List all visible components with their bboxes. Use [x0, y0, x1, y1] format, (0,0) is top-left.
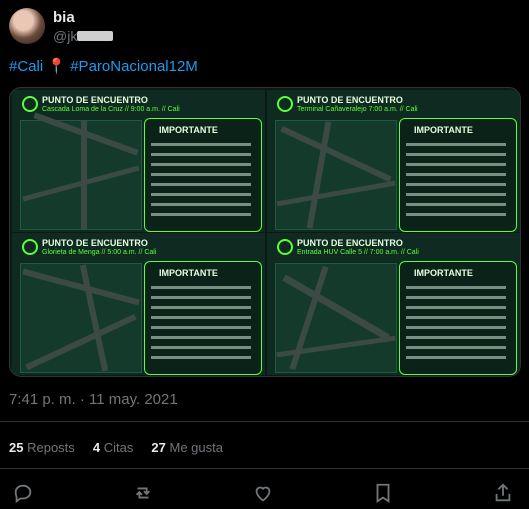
tweet-media[interactable]: PUNTO DE ENCUENTRO Cascada Loma de la Cr… — [9, 87, 521, 377]
location-icon — [22, 96, 38, 112]
media-panel-1: PUNTO DE ENCUENTRO Cascada Loma de la Cr… — [12, 90, 265, 232]
panel-subtitle: Cascada Loma de la Cruz // 9:00 a.m. // … — [42, 106, 180, 113]
media-panel-4: PUNTO DE ENCUENTRO Entrada HUV Calle 5 /… — [267, 233, 520, 375]
repost-icon[interactable] — [132, 482, 154, 504]
location-icon — [277, 239, 293, 255]
box-title: IMPORTANTE — [414, 268, 473, 278]
pin-icon: 📍 — [47, 58, 67, 75]
quotes-label[interactable]: Citas — [104, 440, 134, 455]
likes-count[interactable]: 27 — [151, 440, 165, 455]
box-title: IMPORTANTE — [414, 125, 473, 135]
likes-label[interactable]: Me gusta — [170, 440, 223, 455]
important-box: IMPORTANTE — [144, 118, 262, 232]
panel-title: PUNTO DE ENCUENTRO — [42, 238, 148, 248]
important-box: IMPORTANTE — [399, 118, 517, 232]
map-thumbnail — [275, 263, 397, 373]
panel-title: PUNTO DE ENCUENTRO — [297, 238, 403, 248]
share-icon[interactable] — [492, 482, 514, 504]
reply-icon[interactable] — [12, 482, 34, 504]
divider — [0, 421, 529, 422]
panel-subtitle: Entrada HUV Calle 5 // 7:00 a.m. // Cali — [297, 249, 419, 256]
action-bar — [0, 478, 529, 508]
timestamp[interactable]: 7:41 p. m. · 11 may. 2021 — [9, 391, 178, 408]
map-thumbnail — [20, 112, 142, 230]
box-title: IMPORTANTE — [159, 125, 218, 135]
map-thumbnail — [20, 263, 142, 373]
reposts-label[interactable]: Reposts — [27, 440, 75, 455]
map-thumbnail — [275, 120, 397, 230]
media-panel-3: PUNTO DE ENCUENTRO Glorieta de Menga // … — [12, 233, 265, 375]
tweet-text: #Cali 📍 #ParoNacional12M — [9, 57, 198, 75]
tweet-stats: 25 Reposts 4 Citas 27 Me gusta — [9, 440, 223, 455]
important-box: IMPORTANTE — [144, 261, 262, 375]
important-box: IMPORTANTE — [399, 261, 517, 375]
heart-icon[interactable] — [252, 482, 274, 504]
reposts-count[interactable]: 25 — [9, 440, 23, 455]
author-name[interactable]: bia — [53, 9, 75, 26]
location-icon — [277, 96, 293, 112]
panel-subtitle: Terminal Cañaveralejo 7:00 a.m. // Cali — [297, 106, 418, 113]
panel-title: PUNTO DE ENCUENTRO — [297, 95, 403, 105]
quotes-count[interactable]: 4 — [93, 440, 100, 455]
box-title: IMPORTANTE — [159, 268, 218, 278]
bookmark-icon[interactable] — [372, 482, 394, 504]
location-icon — [22, 239, 38, 255]
hashtag-paro[interactable]: #ParoNacional12M — [70, 58, 198, 75]
media-panel-2: PUNTO DE ENCUENTRO Terminal Cañaveralejo… — [267, 90, 520, 232]
panel-title: PUNTO DE ENCUENTRO — [42, 95, 148, 105]
author-handle[interactable]: @jk — [53, 28, 77, 44]
panel-subtitle: Glorieta de Menga // 5:00 a.m. // Cali — [42, 249, 157, 256]
hashtag-cali[interactable]: #Cali — [9, 58, 43, 75]
divider — [0, 468, 529, 469]
handle-redaction — [77, 31, 113, 41]
avatar[interactable] — [9, 8, 45, 44]
